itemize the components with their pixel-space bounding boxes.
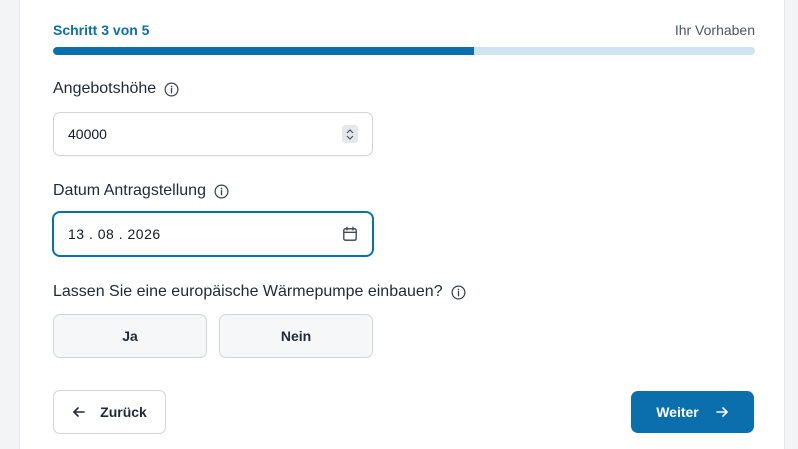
next-button-label: Weiter bbox=[656, 404, 699, 420]
progress-header: Schritt 3 von 5 Ihr Vorhaben bbox=[53, 22, 755, 38]
offer-amount-input[interactable]: 40000 bbox=[53, 112, 373, 156]
chevron-up-icon[interactable] bbox=[345, 128, 355, 134]
heat-pump-question-label: Lassen Sie eine europäische Wärmepumpe e… bbox=[53, 283, 466, 301]
arrow-left-icon bbox=[72, 405, 86, 419]
back-button-label: Zurück bbox=[100, 404, 147, 420]
info-icon[interactable] bbox=[164, 82, 179, 97]
chevron-down-icon[interactable] bbox=[345, 135, 355, 141]
date-value: 13 . 08 . 2026 bbox=[68, 226, 161, 242]
no-button[interactable]: Nein bbox=[219, 314, 373, 358]
offer-amount-label: Angebotshöhe bbox=[53, 80, 179, 98]
next-button[interactable]: Weiter bbox=[631, 391, 754, 433]
section-title: Ihr Vorhaben bbox=[674, 22, 755, 38]
arrow-right-icon bbox=[715, 405, 729, 419]
progress-bar bbox=[53, 47, 755, 55]
offer-amount-label-text: Angebotshöhe bbox=[53, 80, 157, 97]
progress-bar-fill bbox=[53, 47, 475, 55]
back-button[interactable]: Zurück bbox=[53, 390, 166, 434]
date-year[interactable]: 2026 bbox=[128, 226, 161, 242]
offer-amount-value: 40000 bbox=[68, 126, 107, 142]
date-day[interactable]: 13 bbox=[68, 226, 85, 242]
number-stepper[interactable] bbox=[342, 125, 358, 143]
info-icon[interactable] bbox=[451, 285, 466, 300]
step-indicator: Schritt 3 von 5 bbox=[53, 22, 150, 38]
application-date-label: Datum Antragstellung bbox=[53, 182, 229, 200]
application-date-label-text: Datum Antragstellung bbox=[53, 182, 206, 199]
form-card: Schritt 3 von 5 Ihr Vorhaben Angebotshöh… bbox=[19, 0, 785, 449]
info-icon[interactable] bbox=[214, 184, 229, 199]
yes-button[interactable]: Ja bbox=[53, 314, 207, 358]
date-month[interactable]: 08 bbox=[98, 226, 115, 242]
calendar-icon[interactable] bbox=[342, 226, 358, 242]
heat-pump-question-text: Lassen Sie eine europäische Wärmepumpe e… bbox=[53, 283, 443, 300]
application-date-input[interactable]: 13 . 08 . 2026 bbox=[53, 212, 373, 256]
